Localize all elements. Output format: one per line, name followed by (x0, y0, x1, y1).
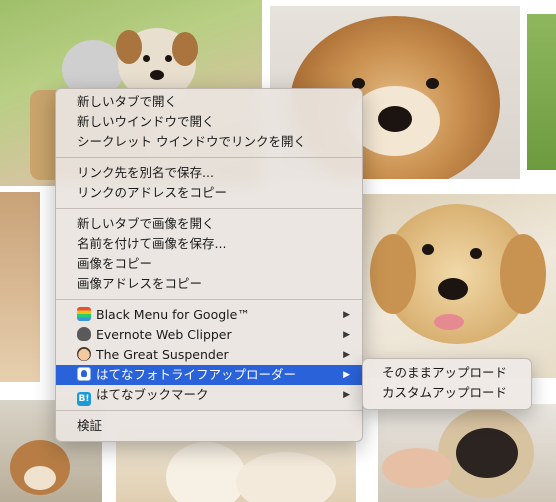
menu-item-label: はてなフォトライフアップローダー (96, 367, 297, 382)
puppy-eye (143, 55, 150, 62)
puppy-eye (422, 244, 434, 255)
menu-hatena-bookmark[interactable]: B! はてなブックマーク ▶ (56, 385, 362, 406)
puppy-nose (378, 106, 412, 132)
hatena-bookmark-icon: B! (77, 392, 91, 406)
submenu-custom-upload[interactable]: カスタムアップロード (363, 383, 531, 403)
menu-item-label: Evernote Web Clipper (96, 327, 232, 342)
menu-open-link-incognito[interactable]: シークレット ウインドウでリンクを開く (56, 132, 362, 152)
puppy-ear-brown-right (172, 32, 198, 66)
puppy-tongue (434, 314, 464, 330)
puppy-ear-brown (116, 30, 142, 64)
menu-open-link-new-window[interactable]: 新しいウインドウで開く (56, 112, 362, 132)
puppy-face-pug (456, 428, 518, 478)
puppy-ear-lab (370, 234, 416, 314)
puppy-photo-lab[interactable] (362, 194, 556, 378)
menu-copy-image-address[interactable]: 画像アドレスをコピー (56, 274, 362, 294)
menu-copy-link-address[interactable]: リンクのアドレスをコピー (56, 183, 362, 203)
menu-item-label: The Great Suspender (96, 347, 229, 362)
puppy-eye (426, 78, 439, 89)
black-menu-icon (77, 307, 91, 321)
hatena-fotolife-icon (77, 367, 91, 381)
submenu-arrow-icon: ▶ (343, 370, 350, 380)
puppy-eye (470, 248, 482, 259)
evernote-elephant-icon (77, 327, 91, 341)
submenu-arrow-icon: ▶ (343, 330, 350, 340)
menu-evernote-web-clipper[interactable]: Evernote Web Clipper ▶ (56, 325, 362, 345)
puppy-muzzle (24, 466, 56, 490)
submenu-arrow-icon: ▶ (343, 350, 350, 360)
puppy-ear-lab-right (500, 234, 546, 314)
person-hand (382, 448, 452, 488)
menu-item-label: Black Menu for Google™ (96, 307, 250, 322)
puppy-photo-partial-green[interactable] (527, 14, 556, 170)
submenu-arrow-icon: ▶ (343, 310, 350, 320)
puppy-head-white (166, 442, 246, 502)
puppy-nose (150, 70, 164, 80)
great-suspender-face-icon (77, 347, 91, 361)
menu-open-image-new-tab[interactable]: 新しいタブで画像を開く (56, 214, 362, 234)
menu-copy-image[interactable]: 画像をコピー (56, 254, 362, 274)
menu-separator (56, 157, 362, 158)
menu-black-menu-for-google[interactable]: Black Menu for Google™ ▶ (56, 305, 362, 325)
menu-separator (56, 299, 362, 300)
menu-item-label: はてなブックマーク (96, 387, 209, 402)
puppy-eye (165, 55, 172, 62)
hatena-fotolife-submenu: そのままアップロード カスタムアップロード (362, 358, 532, 410)
puppy-nose (438, 278, 468, 300)
menu-hatena-fotolife-uploader[interactable]: はてなフォトライフアップローダー ▶ (56, 365, 362, 385)
menu-save-link-as[interactable]: リンク先を別名で保存... (56, 163, 362, 183)
puppy-photo-partial-left[interactable] (0, 192, 40, 382)
submenu-upload-as-is[interactable]: そのままアップロード (363, 363, 531, 383)
menu-separator (56, 208, 362, 209)
puppy-photo-pug[interactable] (378, 404, 556, 502)
submenu-arrow-icon: ▶ (343, 390, 350, 400)
menu-the-great-suspender[interactable]: The Great Suspender ▶ (56, 345, 362, 365)
menu-separator (56, 410, 362, 411)
puppy-body-white (236, 452, 336, 502)
menu-open-link-new-tab[interactable]: 新しいタブで開く (56, 92, 362, 112)
menu-save-image-as[interactable]: 名前を付けて画像を保存... (56, 234, 362, 254)
menu-inspect[interactable]: 検証 (56, 416, 362, 436)
context-menu: 新しいタブで開く 新しいウインドウで開く シークレット ウインドウでリンクを開く… (55, 88, 363, 442)
